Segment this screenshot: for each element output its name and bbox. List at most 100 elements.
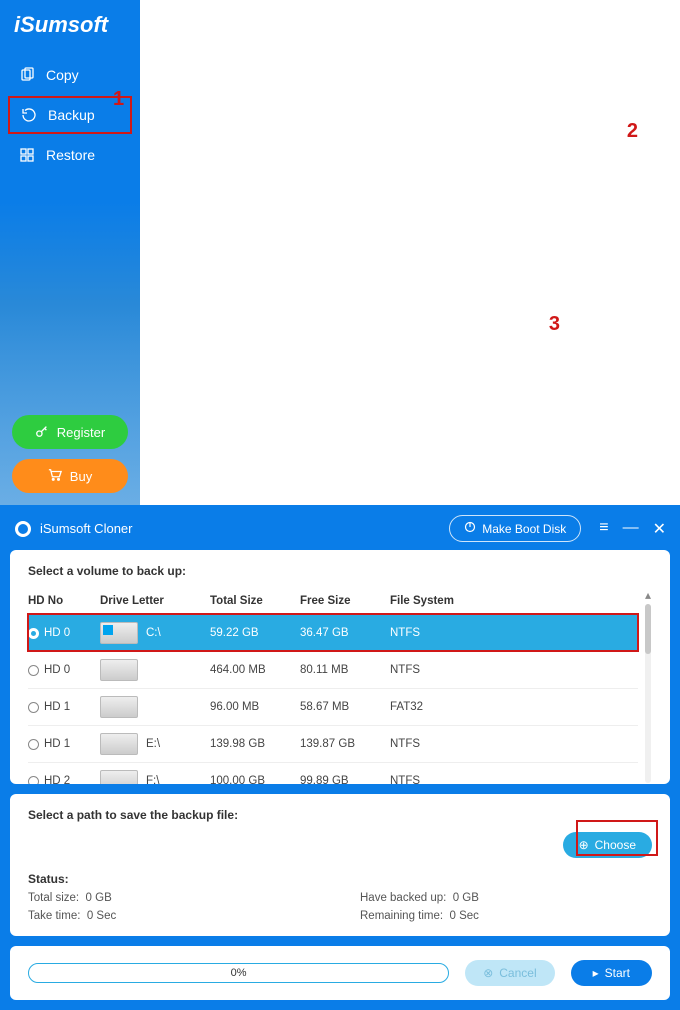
table-row[interactable]: HD 1 E:\ 139.98 GB 139.87 GB NTFS — [28, 725, 638, 762]
restore-icon — [18, 146, 36, 164]
choose-button[interactable]: ⊕ Choose — [563, 832, 652, 858]
make-boot-label: Make Boot Disk — [482, 522, 566, 536]
volume-heading: Select a volume to back up: — [28, 564, 652, 578]
save-panel: Select a path to save the backup file: ⊕… — [10, 794, 670, 936]
drive-icon — [100, 696, 138, 718]
cell-hd: HD 1 — [44, 738, 70, 750]
table-row[interactable]: HD 0 464.00 MB 80.11 MB NTFS — [28, 651, 638, 688]
cell-fs: NTFS — [390, 627, 480, 639]
drive-icon — [100, 733, 138, 755]
cancel-button[interactable]: ⊗ Cancel — [465, 960, 554, 986]
progress-bar: 0% — [28, 963, 449, 983]
radio[interactable]: HD 0 — [28, 664, 100, 676]
start-label: Start — [605, 966, 630, 980]
nav-restore[interactable]: Restore — [0, 136, 140, 174]
cell-fs: NTFS — [390, 738, 480, 750]
make-boot-button[interactable]: Make Boot Disk — [449, 515, 581, 542]
app-icon — [14, 520, 32, 538]
table-row[interactable]: HD 0 C:\ 59.22 GB 36.47 GB NTFS — [28, 614, 638, 651]
cell-free: 80.11 MB — [300, 664, 390, 676]
cell-fs: NTFS — [390, 664, 480, 676]
col-total: Total Size — [210, 595, 300, 607]
cell-total: 139.98 GB — [210, 738, 300, 750]
cell-letter: C:\ — [146, 627, 161, 639]
close-icon[interactable]: ✕ — [653, 519, 666, 539]
minimize-icon[interactable]: — — [623, 519, 639, 539]
drive-icon — [100, 622, 138, 644]
drive-icon — [100, 770, 138, 784]
radio[interactable]: HD 2 — [28, 775, 100, 784]
cell-total: 464.00 MB — [210, 664, 300, 676]
annotation-2: 2 — [627, 120, 638, 143]
table-header: HD No Drive Letter Total Size Free Size … — [28, 588, 638, 614]
cell-total: 59.22 GB — [210, 627, 300, 639]
status-take-time: Take time: 0 Sec — [28, 910, 320, 922]
start-button[interactable]: ▸ Start — [571, 960, 652, 986]
scroll-thumb[interactable] — [645, 604, 651, 654]
radio[interactable]: HD 1 — [28, 738, 100, 750]
scrollbar[interactable]: ▴ ▾ — [644, 588, 652, 784]
scroll-up-icon[interactable]: ▴ — [645, 588, 651, 602]
power-icon — [464, 521, 476, 536]
save-heading: Select a path to save the backup file: — [28, 808, 652, 822]
register-label: Register — [57, 425, 105, 440]
cell-hd: HD 2 — [44, 775, 70, 784]
cell-letter: F:\ — [146, 775, 159, 784]
cell-hd: HD 1 — [44, 701, 70, 713]
table-row[interactable]: HD 2 F:\ 100.00 GB 99.89 GB NTFS — [28, 762, 638, 784]
nav: Copy Backup Restore — [0, 50, 140, 180]
choose-label: Choose — [595, 838, 636, 852]
buy-button[interactable]: Buy — [12, 459, 128, 493]
sidebar: iSumsoft Copy Backup Restore Register — [0, 0, 140, 505]
copy-icon — [18, 66, 36, 84]
window-controls: ≡ — ✕ — [599, 519, 666, 539]
radio[interactable]: HD 1 — [28, 701, 100, 713]
col-hd: HD No — [28, 595, 100, 607]
brand-logo: iSumsoft — [0, 0, 140, 50]
col-letter: Drive Letter — [100, 595, 210, 607]
cancel-label: Cancel — [499, 966, 536, 980]
cell-total: 96.00 MB — [210, 701, 300, 713]
col-fs: File System — [390, 595, 480, 607]
nav-label: Backup — [48, 107, 95, 123]
nav-label: Restore — [46, 147, 95, 163]
buy-label: Buy — [70, 469, 92, 484]
cell-hd: HD 0 — [44, 664, 70, 676]
status-backed-up: Have backed up: 0 GB — [360, 892, 652, 904]
cell-fs: FAT32 — [390, 701, 480, 713]
status-total-size: Total size: 0 GB — [28, 892, 320, 904]
footer-panel: 0% ⊗ Cancel ▸ Start — [10, 946, 670, 1000]
volume-panel: Select a volume to back up: HD No Drive … — [10, 550, 670, 784]
drive-icon — [100, 659, 138, 681]
play-icon: ▸ — [593, 966, 599, 980]
annotation-1: 1 — [113, 88, 124, 111]
menu-icon[interactable]: ≡ — [599, 519, 608, 539]
cell-free: 58.67 MB — [300, 701, 390, 713]
cell-hd: HD 0 — [44, 627, 70, 639]
col-free: Free Size — [300, 595, 390, 607]
volume-table: HD No Drive Letter Total Size Free Size … — [28, 588, 638, 784]
cell-letter: E:\ — [146, 738, 160, 750]
nav-label: Copy — [46, 67, 79, 83]
status-grid: Total size: 0 GB Have backed up: 0 GB Ta… — [28, 892, 652, 922]
backup-icon — [20, 106, 38, 124]
main: iSumsoft Cloner Make Boot Disk ≡ — ✕ Sel… — [0, 505, 680, 1010]
key-icon — [35, 424, 49, 441]
cancel-icon: ⊗ — [483, 966, 493, 980]
cell-fs: NTFS — [390, 775, 480, 784]
app-title: iSumsoft Cloner — [40, 521, 449, 536]
radio[interactable]: HD 0 — [28, 627, 100, 639]
progress-text: 0% — [231, 967, 247, 979]
cart-icon — [48, 468, 62, 485]
table-row[interactable]: HD 1 96.00 MB 58.67 MB FAT32 — [28, 688, 638, 725]
cell-total: 100.00 GB — [210, 775, 300, 784]
status-label: Status: — [28, 872, 652, 886]
cell-free: 139.87 GB — [300, 738, 390, 750]
sidebar-bottom: Register Buy — [12, 415, 128, 493]
titlebar: iSumsoft Cloner Make Boot Disk ≡ — ✕ — [0, 505, 680, 550]
plus-icon: ⊕ — [579, 838, 589, 852]
cell-free: 99.89 GB — [300, 775, 390, 784]
annotation-3: 3 — [549, 313, 560, 336]
cell-free: 36.47 GB — [300, 627, 390, 639]
register-button[interactable]: Register — [12, 415, 128, 449]
